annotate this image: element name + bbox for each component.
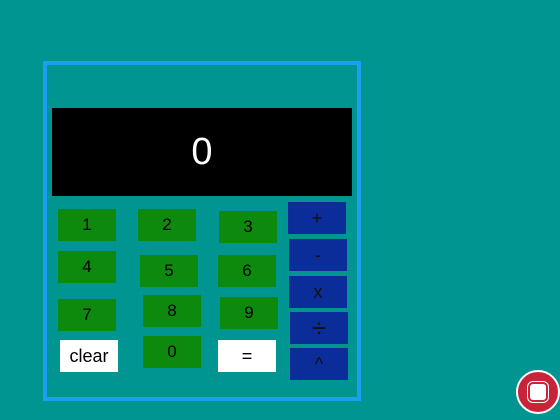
equals-button[interactable]: = xyxy=(218,340,276,372)
key-2[interactable]: 2 xyxy=(138,209,196,241)
minus-button[interactable]: - xyxy=(289,239,347,271)
key-0[interactable]: 0 xyxy=(143,336,201,368)
stop-button[interactable] xyxy=(516,370,560,414)
key-6[interactable]: 6 xyxy=(218,255,276,287)
key-5[interactable]: 5 xyxy=(140,255,198,287)
key-8[interactable]: 8 xyxy=(143,295,201,327)
key-4[interactable]: 4 xyxy=(58,251,116,283)
key-9[interactable]: 9 xyxy=(220,297,278,329)
key-3[interactable]: 3 xyxy=(219,211,277,243)
stop-icon xyxy=(530,384,546,400)
clear-button[interactable]: clear xyxy=(60,340,118,372)
power-button[interactable]: ^ xyxy=(290,348,348,380)
key-1[interactable]: 1 xyxy=(58,209,116,241)
key-7[interactable]: 7 xyxy=(58,299,116,331)
divide-button[interactable]: ÷ xyxy=(290,312,348,344)
multiply-button[interactable]: x xyxy=(289,276,347,308)
plus-button[interactable]: + xyxy=(288,202,346,234)
calculator-display: 0 xyxy=(52,108,352,196)
